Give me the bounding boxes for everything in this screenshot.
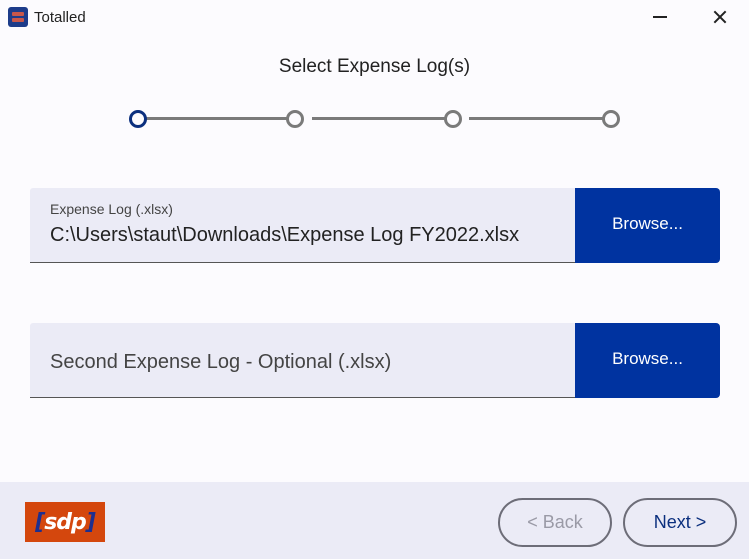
- step-indicator: [129, 109, 622, 129]
- expense-log-row: Expense Log (.xlsx) C:\Users\staut\Downl…: [30, 188, 720, 263]
- minimize-button[interactable]: [637, 0, 683, 34]
- app-logo-icon: [8, 7, 28, 27]
- logo-text: sdp: [44, 509, 87, 535]
- second-expense-log-row: Second Expense Log - Optional (.xlsx) Br…: [30, 323, 720, 398]
- expense-log-field[interactable]: Expense Log (.xlsx) C:\Users\staut\Downl…: [30, 188, 575, 263]
- step-connector: [145, 117, 297, 120]
- step-3-dot: [444, 110, 462, 128]
- next-button[interactable]: Next >: [623, 498, 737, 547]
- app-title: Totalled: [34, 9, 86, 26]
- step-4-dot: [602, 110, 620, 128]
- back-button[interactable]: < Back: [498, 498, 612, 547]
- expense-log-label: Expense Log (.xlsx): [50, 201, 173, 217]
- browse-second-expense-log-button[interactable]: Browse...: [575, 323, 720, 398]
- step-2-dot: [286, 110, 304, 128]
- expense-log-path: C:\Users\staut\Downloads\Expense Log FY2…: [50, 224, 520, 246]
- step-1-dot: [129, 110, 147, 128]
- app-window: Totalled Select Expense Log(s) Expense L…: [0, 0, 749, 559]
- second-expense-log-placeholder: Second Expense Log - Optional (.xlsx): [50, 351, 392, 373]
- close-button[interactable]: [697, 0, 743, 34]
- second-expense-log-field[interactable]: Second Expense Log - Optional (.xlsx): [30, 323, 575, 398]
- page-title: Select Expense Log(s): [278, 56, 471, 77]
- footer: [sdp] < Back Next >: [0, 482, 749, 559]
- browse-expense-log-button[interactable]: Browse...: [575, 188, 720, 263]
- step-connector: [312, 117, 454, 120]
- sdp-logo: [sdp]: [25, 502, 105, 542]
- title-bar: Totalled: [0, 0, 749, 34]
- step-connector: [469, 117, 611, 120]
- minimize-icon: [653, 16, 667, 18]
- close-icon: [713, 10, 727, 24]
